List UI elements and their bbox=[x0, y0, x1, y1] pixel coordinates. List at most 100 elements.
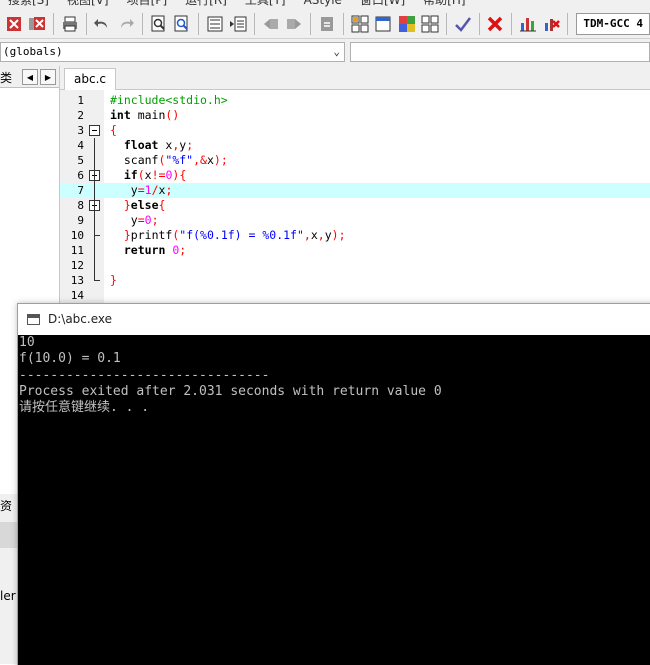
line-number: 13 bbox=[70, 274, 84, 287]
arrow-left-icon: ◀ bbox=[26, 72, 34, 82]
code-line: 11 return 0; bbox=[60, 243, 650, 258]
code-text: scanf("%f",&x); bbox=[110, 153, 228, 167]
replace-icon[interactable] bbox=[171, 13, 193, 35]
fold-guide-end bbox=[94, 235, 100, 236]
scope-row: (globals) ⌄ bbox=[0, 40, 650, 64]
menu-bar: 搜索[S] 视图[V] 项目[P] 运行[R] 工具[T] AStyle 窗口[W] 帮助[H… bbox=[0, 0, 650, 8]
code-line: 1 #include<stdio.h> bbox=[60, 93, 650, 108]
line-number: 6 bbox=[77, 169, 84, 182]
tab-scroll-right-button[interactable]: ▶ bbox=[40, 69, 56, 85]
close-file-button[interactable] bbox=[3, 13, 25, 35]
run-icon[interactable] bbox=[372, 13, 394, 35]
code-line: 3 { bbox=[60, 123, 650, 138]
menu-item[interactable]: 帮助[H] bbox=[415, 0, 475, 8]
tab-scroll-left-button[interactable]: ◀ bbox=[22, 69, 38, 85]
left-panel-tabs: 类 ◀ ▶ bbox=[0, 66, 59, 88]
toolbar-separator bbox=[446, 12, 448, 35]
code-text: if(x!=0){ bbox=[123, 168, 187, 182]
toolbar-separator bbox=[198, 12, 199, 35]
compiler-tab-label[interactable]: ler bbox=[0, 589, 16, 603]
code-line: 13 } bbox=[60, 273, 650, 288]
code-line: 5 scanf("%f",&x); bbox=[60, 153, 650, 168]
undo-button[interactable] bbox=[92, 13, 114, 35]
fold-toggle-icon[interactable] bbox=[89, 125, 100, 136]
arrow-right-icon: ▶ bbox=[44, 72, 52, 82]
line-number: 1 bbox=[77, 94, 84, 107]
code-line: 8 }else{ bbox=[60, 198, 650, 213]
menu-item[interactable]: 窗口[W] bbox=[352, 0, 415, 8]
code-line: 9 y=0; bbox=[60, 213, 650, 228]
menu-item[interactable]: 项目[P] bbox=[119, 0, 178, 8]
code-text: y=1/x; bbox=[110, 183, 173, 197]
toolbar-separator bbox=[85, 12, 87, 35]
line-number: 11 bbox=[70, 244, 84, 257]
unindent-icon[interactable] bbox=[228, 13, 250, 35]
redo-button[interactable] bbox=[115, 13, 137, 35]
code-line: 10 }printf("f(%0.1f) = %0.1f",x,y); bbox=[60, 228, 650, 243]
line-number: 9 bbox=[77, 214, 84, 227]
code-text: #include<stdio.h> bbox=[110, 93, 228, 107]
chart-icon[interactable] bbox=[517, 13, 539, 35]
console-window[interactable]: D:\abc.exe 10 f(10.0) = 0.1 ------------… bbox=[17, 303, 650, 665]
symbol-dropdown[interactable] bbox=[350, 42, 650, 62]
code-line: 12 bbox=[60, 258, 650, 273]
toolbar-separator bbox=[511, 12, 513, 35]
line-number: 3 bbox=[77, 124, 84, 137]
code-editor[interactable]: 1 #include<stdio.h> 2 int main() 3 { 4 f… bbox=[60, 90, 650, 320]
scope-dropdown[interactable]: (globals) ⌄ bbox=[0, 42, 345, 62]
indent-icon[interactable] bbox=[204, 13, 226, 35]
toolbar-separator bbox=[342, 12, 344, 35]
fold-guide-end bbox=[94, 280, 100, 281]
goto-icon[interactable] bbox=[316, 13, 338, 35]
menu-item[interactable]: 工具[T] bbox=[237, 0, 296, 8]
compile-icon[interactable] bbox=[349, 13, 371, 35]
menu-item[interactable]: 搜索[S] bbox=[0, 0, 59, 8]
toolbar-separator bbox=[567, 12, 569, 35]
menu-item[interactable]: 运行[R] bbox=[177, 0, 237, 8]
line-number: 2 bbox=[77, 109, 84, 122]
code-text: }else{ bbox=[123, 198, 166, 212]
line-number: 7 bbox=[77, 184, 84, 197]
syntax-check-icon[interactable] bbox=[452, 13, 474, 35]
fold-guide bbox=[94, 138, 95, 280]
code-line-active: 7 y=1/x; bbox=[60, 183, 650, 198]
line-number: 5 bbox=[77, 154, 84, 167]
console-output[interactable]: 10 f(10.0) = 0.1 -----------------------… bbox=[18, 335, 650, 665]
resources-tab[interactable]: 资 bbox=[0, 497, 12, 514]
code-text: { bbox=[110, 123, 117, 137]
menu-item[interactable]: 视图[V] bbox=[59, 0, 119, 8]
compile-run-icon[interactable] bbox=[396, 13, 418, 35]
toolbar-separator bbox=[478, 12, 480, 35]
print-button[interactable] bbox=[59, 13, 81, 35]
code-text: int main() bbox=[110, 108, 180, 122]
close-all-button[interactable] bbox=[27, 13, 49, 35]
bookmark-back-icon[interactable] bbox=[260, 13, 282, 35]
chevron-down-icon: ⌄ bbox=[333, 45, 340, 58]
line-number: 8 bbox=[77, 199, 84, 212]
bookmark-forward-icon[interactable] bbox=[284, 13, 306, 35]
compiler-select[interactable]: TDM-GCC 4 bbox=[576, 12, 650, 35]
code-line: 6 if(x!=0){ bbox=[60, 168, 650, 183]
line-number: 4 bbox=[77, 139, 84, 152]
code-text: float x,y; bbox=[123, 138, 194, 152]
console-title-bar[interactable]: D:\abc.exe bbox=[18, 304, 650, 335]
line-number: 10 bbox=[70, 229, 84, 242]
scope-value: (globals) bbox=[3, 45, 63, 58]
code-text: y=0; bbox=[110, 213, 159, 227]
editor-tabs: abc.c bbox=[60, 66, 650, 90]
code-line: 14 bbox=[60, 288, 650, 303]
stop-icon[interactable] bbox=[485, 13, 507, 35]
tab-abc-c[interactable]: abc.c bbox=[64, 68, 116, 90]
find-icon[interactable] bbox=[148, 13, 170, 35]
class-tab[interactable]: 类 bbox=[0, 69, 12, 86]
code-text: } bbox=[110, 273, 117, 287]
debug-icon[interactable] bbox=[541, 13, 563, 35]
code-text: return 0; bbox=[123, 243, 187, 257]
toolbar-separator bbox=[254, 12, 256, 35]
line-number: 12 bbox=[70, 259, 84, 272]
toolbar-separator bbox=[141, 12, 143, 35]
rebuild-icon[interactable] bbox=[420, 13, 442, 35]
menu-item[interactable]: AStyle bbox=[296, 0, 352, 8]
